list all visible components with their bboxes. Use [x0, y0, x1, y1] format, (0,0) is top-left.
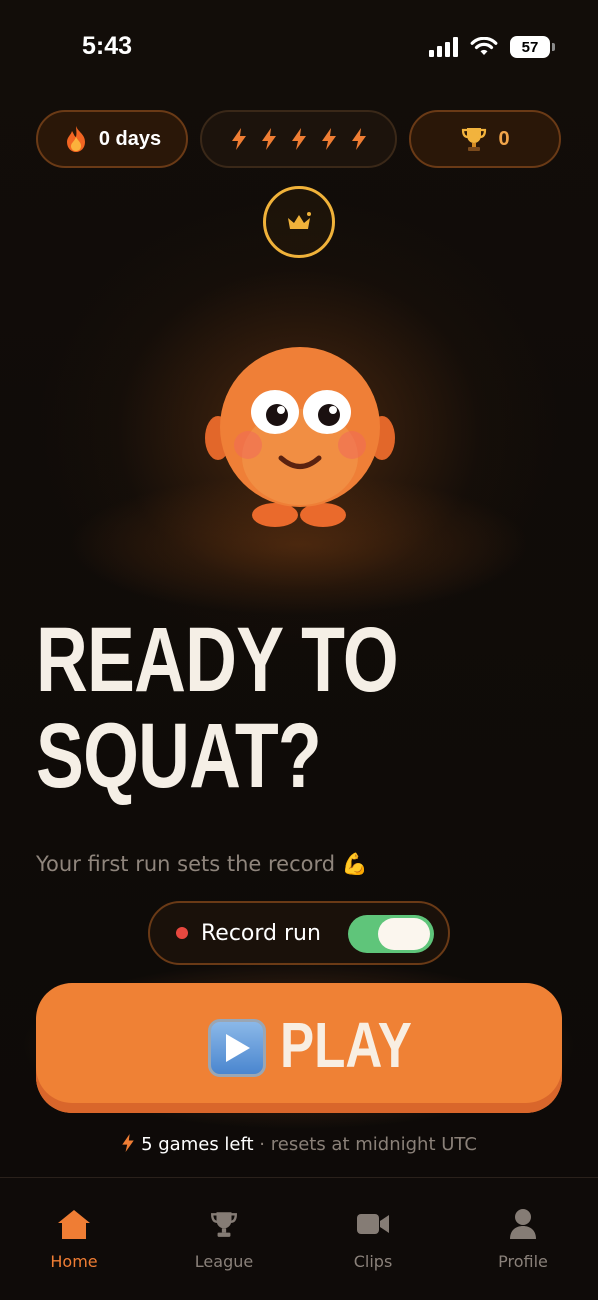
tab-bar: Home League Clips Profile [0, 1177, 598, 1300]
home-screen: 5:43 57 0 days 0 READY TO SQUAT? Your fi… [0, 0, 598, 1300]
record-run-control[interactable]: Record run [148, 901, 450, 965]
tab-clips[interactable]: Clips [313, 1206, 433, 1271]
play-icon [208, 1019, 266, 1077]
record-run-label: Record run [201, 920, 321, 946]
bolt-icon [321, 128, 336, 150]
status-icons: 57 [429, 36, 555, 58]
headline-line-2: SQUAT? [36, 705, 322, 807]
games-left-info: 5 games left · resets at midnight UTC [0, 1134, 598, 1155]
crown-icon [288, 212, 311, 229]
record-run-toggle[interactable] [348, 915, 434, 953]
bolt-icon [261, 128, 276, 150]
streak-pill[interactable]: 0 days [36, 110, 188, 168]
trophy-count: 0 [498, 127, 510, 150]
headline-line-1: READY TO [36, 609, 399, 711]
bolt-icon [351, 128, 366, 150]
subtitle: Your first run sets the record 💪 [36, 852, 368, 876]
tab-home-label: Home [50, 1252, 98, 1271]
cellular-signal-icon [429, 37, 458, 57]
trophy-icon [211, 1212, 237, 1237]
trophy-pill[interactable]: 0 [409, 110, 561, 168]
bolt-icon [122, 1134, 134, 1152]
tab-profile[interactable]: Profile [463, 1206, 583, 1271]
wifi-icon [470, 37, 498, 55]
mascot-character [205, 347, 395, 527]
bolt-icon [231, 128, 246, 150]
streak-label: 0 days [98, 127, 162, 150]
energy-pill[interactable] [200, 110, 397, 168]
status-time: 5:43 [82, 32, 133, 60]
tab-league[interactable]: League [164, 1206, 284, 1271]
tab-profile-label: Profile [498, 1252, 548, 1271]
bolt-icon [291, 128, 306, 150]
crown-badge[interactable] [263, 186, 335, 258]
tab-clips-label: Clips [353, 1252, 393, 1271]
person-icon [510, 1209, 536, 1239]
games-left-count: 5 games left [141, 1134, 254, 1155]
play-label: PLAY [280, 1009, 412, 1081]
home-icon [58, 1210, 90, 1239]
video-icon [357, 1214, 389, 1234]
battery-icon: 57 [510, 36, 555, 58]
trophy-icon [462, 128, 487, 151]
page-headline: READY TO SQUAT? [36, 609, 399, 807]
toggle-knob [378, 918, 430, 950]
play-button[interactable]: PLAY [36, 983, 562, 1113]
reset-note: · resets at midnight UTC [253, 1134, 477, 1155]
fire-icon [66, 126, 85, 152]
recording-dot-icon [176, 927, 188, 939]
tab-league-label: League [194, 1252, 254, 1271]
tab-home[interactable]: Home [14, 1206, 134, 1271]
